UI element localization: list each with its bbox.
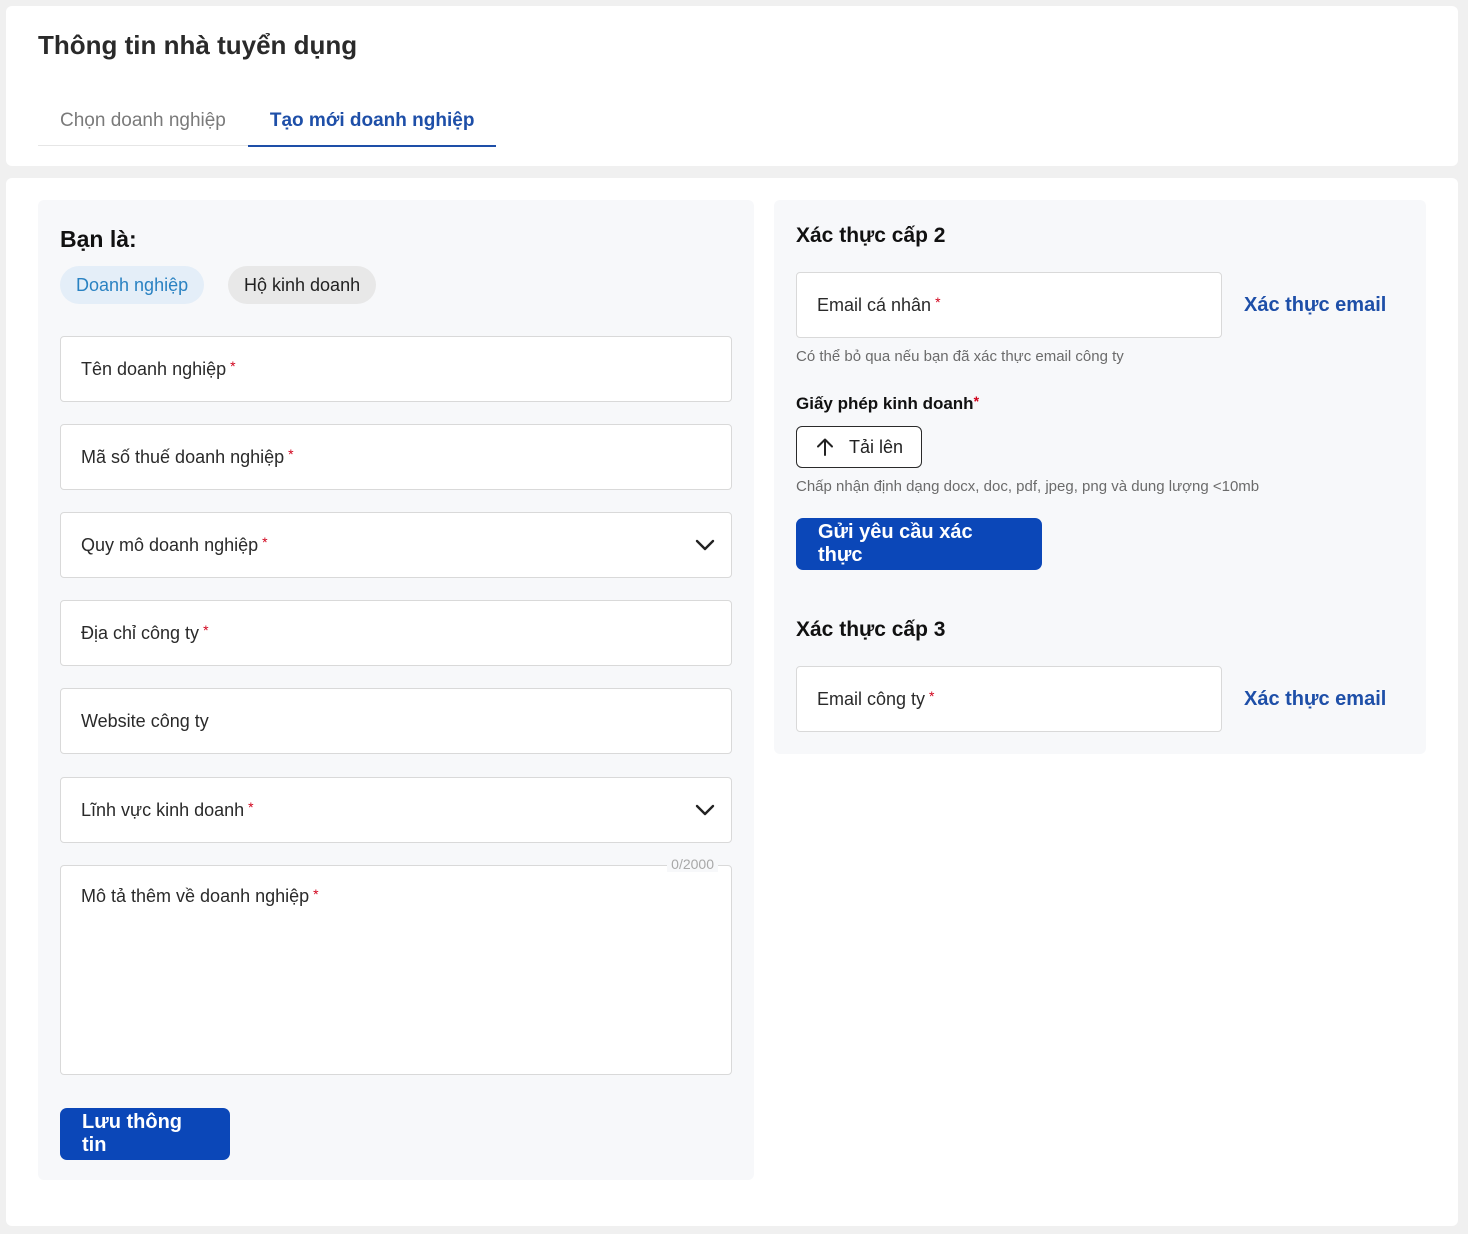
- main-card: Bạn là: Doanh nghiệp Hộ kinh doanh Tên d…: [6, 178, 1458, 1226]
- company-name-label: Tên doanh nghiệp: [81, 358, 227, 379]
- option-enterprise[interactable]: Doanh nghiệp: [60, 266, 205, 304]
- option-household-business[interactable]: Hộ kinh doanh: [228, 266, 377, 304]
- upload-label: Tải lên: [849, 436, 904, 457]
- description-textarea[interactable]: Mô tả thêm về doanh nghiệp *: [60, 865, 732, 1075]
- required-mark: *: [929, 688, 935, 704]
- company-form-panel: Bạn là: Doanh nghiệp Hộ kinh doanh Tên d…: [38, 200, 754, 1180]
- save-button[interactable]: Lưu thông tin: [60, 1108, 230, 1160]
- tax-code-field[interactable]: Mã số thuế doanh nghiệp *: [60, 424, 732, 490]
- website-label: Website công ty: [81, 710, 209, 731]
- chevron-down-icon: [695, 804, 715, 816]
- verification-panel: Xác thực cấp 2 Email cá nhân * Xác thực e…: [774, 200, 1426, 754]
- industry-label: Lĩnh vực kinh doanh: [81, 799, 245, 820]
- required-mark: *: [288, 446, 294, 462]
- company-size-select[interactable]: Quy mô doanh nghiệp *: [60, 512, 732, 578]
- required-mark: *: [230, 358, 236, 374]
- description-label: Mô tả thêm về doanh nghiệp: [81, 886, 310, 906]
- file-format-hint: Chấp nhận định dạng docx, doc, pdf, jpeg…: [796, 478, 1260, 495]
- personal-email-hint: Có thể bỏ qua nếu bạn đã xác thực email …: [796, 348, 1124, 365]
- you-are-label: Bạn là:: [60, 226, 137, 252]
- required-mark: *: [973, 393, 980, 409]
- header-card: Thông tin nhà tuyển dụng Chọn doanh nghi…: [6, 6, 1458, 166]
- tab-bar: Chọn doanh nghiệp Tạo mới doanh nghiệp: [38, 96, 497, 147]
- company-size-label: Quy mô doanh nghiệp: [81, 534, 259, 555]
- industry-select[interactable]: Lĩnh vực kinh doanh *: [60, 777, 732, 843]
- level2-title: Xác thực cấp 2: [796, 224, 946, 247]
- arrow-up-icon: [817, 438, 833, 456]
- verify-personal-email-link[interactable]: Xác thực email: [1244, 294, 1386, 317]
- required-mark: *: [935, 294, 941, 310]
- required-mark: *: [313, 886, 319, 902]
- address-label: Địa chỉ công ty: [81, 622, 200, 643]
- website-field[interactable]: Website công ty: [60, 688, 732, 754]
- company-email-label: Email công ty: [817, 688, 926, 709]
- chevron-down-icon: [695, 539, 715, 551]
- company-name-field[interactable]: Tên doanh nghiệp *: [60, 336, 732, 402]
- address-field[interactable]: Địa chỉ công ty *: [60, 600, 732, 666]
- tab-create-company[interactable]: Tạo mới doanh nghiệp: [247, 96, 497, 147]
- submit-verification-button[interactable]: Gửi yêu cầu xác thực: [796, 518, 1042, 570]
- char-counter: 0/2000: [667, 856, 718, 872]
- business-license-label: Giấy phép kinh doanh*: [796, 393, 980, 414]
- required-mark: *: [203, 622, 209, 638]
- personal-email-field[interactable]: Email cá nhân *: [796, 272, 1222, 338]
- personal-email-label: Email cá nhân: [817, 294, 932, 315]
- upload-button[interactable]: Tải lên: [796, 426, 922, 468]
- required-mark: *: [262, 534, 268, 550]
- business-license-text: Giấy phép kinh doanh: [796, 394, 974, 413]
- level3-title: Xác thực cấp 3: [796, 618, 946, 641]
- page-title: Thông tin nhà tuyển dụng: [38, 30, 358, 60]
- tax-code-label: Mã số thuế doanh nghiệp: [81, 446, 285, 467]
- company-email-field[interactable]: Email công ty *: [796, 666, 1222, 732]
- verify-company-email-link[interactable]: Xác thực email: [1244, 688, 1386, 711]
- tab-select-company[interactable]: Chọn doanh nghiệp: [38, 96, 248, 146]
- required-mark: *: [248, 799, 254, 815]
